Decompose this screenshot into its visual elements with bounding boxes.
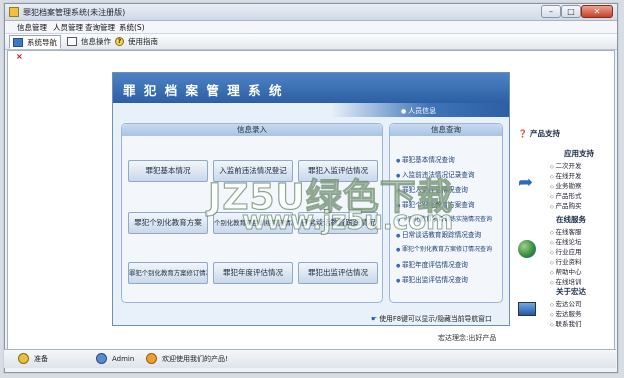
online-service-link[interactable]: 行业应用	[550, 246, 581, 256]
panel-title-bar: 罪 犯 档 案 管 理 系 统	[113, 73, 509, 103]
welcome-icon	[146, 353, 157, 364]
online-service-link[interactable]: 行业资料	[550, 256, 581, 266]
online-service-link[interactable]: 在线培训	[550, 276, 581, 286]
entry-button[interactable]: 罪犯基本情况	[128, 160, 208, 182]
app-support-link[interactable]: 产品购买	[550, 200, 581, 210]
app-support-link[interactable]: 在线开发	[550, 170, 581, 180]
app-support-link[interactable]: 二次开发	[550, 160, 581, 170]
status-ready-label: 准备	[34, 354, 48, 363]
status-user: Admin	[96, 353, 134, 364]
product-support-panel: ❓ 产品支持 应用支持 二次开发 在线开发 业务勘察 产品形式 产品购买 ➦ 在…	[512, 46, 606, 348]
status-bar: 准备 Admin 欢迎使用我们的产品!	[4, 349, 616, 368]
product-support-heading: ❓ 产品支持	[518, 129, 560, 138]
about-link[interactable]: 联系我们	[550, 318, 581, 328]
online-service-link[interactable]: 在线客服	[550, 226, 581, 236]
window-title: 罪犯档案管理系统(未注册版)	[23, 8, 126, 17]
user-icon	[96, 353, 107, 364]
tab-info-op-label: 信息操作	[81, 37, 111, 46]
online-service-link[interactable]: 在线论坛	[550, 236, 581, 246]
tab-system-nav-label: 系统导航	[27, 37, 57, 47]
help-circle-icon: ❓	[518, 129, 528, 138]
menu-system[interactable]: 系统(S)	[119, 22, 145, 33]
hint-text: ☛ 使用F8键可以显示/隐藏当前导航窗口	[371, 313, 492, 323]
query-link[interactable]: 罪犯出监评估情况查询	[396, 274, 468, 284]
entry-button[interactable]: 罪犯出监评估情况	[298, 262, 378, 284]
personnel-info-link[interactable]: 人员信息	[401, 106, 436, 116]
about-link[interactable]: 宏达公司	[550, 298, 581, 308]
tab-system-nav[interactable]: 系统导航	[9, 35, 61, 49]
status-user-label: Admin	[112, 354, 135, 363]
ready-icon	[18, 353, 29, 364]
minimize-button[interactable]: –	[541, 5, 561, 18]
tab-info-op[interactable]: 信息操作	[67, 36, 111, 47]
status-ready: 准备	[18, 353, 48, 364]
online-service-heading: 在线服务	[556, 215, 586, 224]
company-slogan: 宏达理念:出好产品	[438, 334, 497, 342]
entry-button[interactable]: 罪犯年度评估情况	[213, 262, 293, 284]
query-link[interactable]: 罪犯年度评估情况查询	[396, 259, 468, 269]
app-support-heading: 应用支持	[564, 149, 594, 158]
title-bar[interactable]: 罪犯档案管理系统(未注册版) – □ ✕	[5, 4, 617, 21]
arrow-icon: ➦	[518, 172, 534, 193]
app-support-link[interactable]: 产品形式	[550, 190, 581, 200]
hint-label: 使用F8键可以显示/隐藏当前导航窗口	[379, 315, 492, 323]
entry-button[interactable]: 罪犯个别化教育方案	[128, 212, 208, 234]
help-icon: ?	[115, 37, 124, 46]
menu-personnel-management[interactable]: 人员管理	[53, 22, 83, 33]
close-button[interactable]: ✕	[581, 5, 613, 18]
watermark-url: www.jz5u.com	[241, 206, 454, 237]
app-support-link[interactable]: 业务勘察	[550, 180, 581, 190]
document-icon	[67, 37, 77, 46]
query-link[interactable]: 罪犯基本情况查询	[396, 154, 455, 164]
entry-header: 信息录入	[122, 124, 382, 136]
about-heading: 关于宏达	[556, 287, 586, 296]
query-link[interactable]: 罪犯个别化教育方案修订情况查询	[396, 244, 492, 253]
panel-title: 罪 犯 档 案 管 理 系 统	[123, 83, 284, 98]
tab-help-label: 使用指南	[128, 37, 158, 46]
nav-icon	[13, 37, 23, 47]
app-icon	[9, 7, 19, 17]
menu-info-management[interactable]: 信息管理	[17, 22, 47, 33]
status-welcome: 欢迎使用我们的产品!	[146, 353, 228, 364]
entry-button[interactable]: 罪犯个别化教育方案修订情况	[128, 262, 208, 284]
menu-bar: 信息管理 人员管理 查询管理 系统(S)	[5, 21, 617, 33]
query-header: 信息查询	[390, 124, 502, 136]
maximize-button[interactable]: □	[561, 5, 581, 18]
panel-band: 人员信息	[113, 103, 509, 117]
tab-help[interactable]: ? 使用指南	[115, 36, 158, 47]
close-panel-icon[interactable]: ×	[16, 52, 23, 61]
menu-query-management[interactable]: 查询管理	[85, 22, 115, 33]
about-link[interactable]: 宏达服务	[550, 308, 581, 318]
monitor-icon	[518, 302, 536, 316]
status-welcome-label: 欢迎使用我们的产品!	[162, 354, 228, 363]
globe-icon	[518, 240, 536, 258]
online-service-link[interactable]: 帮助中心	[550, 266, 581, 276]
